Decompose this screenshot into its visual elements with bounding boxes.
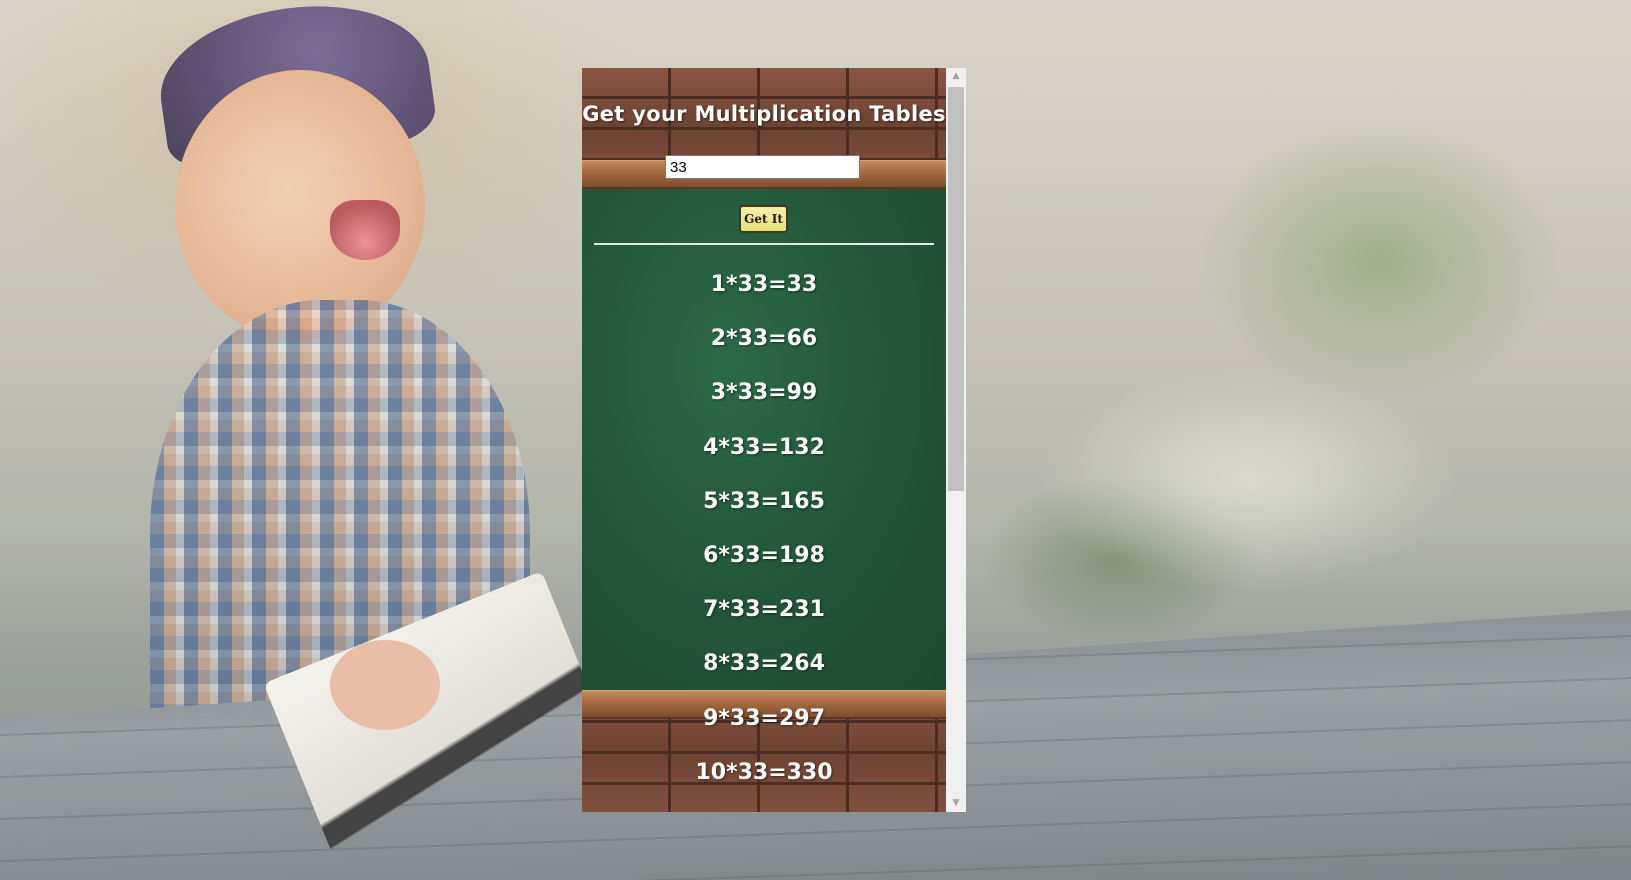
vertical-scrollbar[interactable]: ▲ ▼ xyxy=(946,68,966,812)
result-row: 9*33=297 xyxy=(703,705,825,731)
divider xyxy=(594,243,934,245)
result-row: 8*33=264 xyxy=(703,651,825,677)
arrow-down-icon[interactable]: ▼ xyxy=(946,795,966,812)
result-row: 5*33=165 xyxy=(703,488,825,514)
app-frame: Get your Multiplication Tables Get It 1*… xyxy=(582,68,966,812)
result-row: 7*33=231 xyxy=(703,597,825,623)
result-row: 6*33=198 xyxy=(703,542,825,568)
app-content[interactable]: Get your Multiplication Tables Get It 1*… xyxy=(582,68,946,812)
page-title: Get your Multiplication Tables xyxy=(582,102,946,126)
result-row: 3*33=99 xyxy=(710,380,818,406)
scrollbar-thumb[interactable] xyxy=(948,87,964,491)
get-it-button[interactable]: Get It xyxy=(739,205,788,233)
number-input[interactable] xyxy=(665,155,860,179)
result-row: 4*33=132 xyxy=(703,434,825,460)
arrow-up-icon[interactable]: ▲ xyxy=(946,68,966,85)
result-row: 2*33=66 xyxy=(710,326,818,352)
result-row: 10*33=330 xyxy=(695,759,833,785)
results-list: 1*33=33 2*33=66 3*33=99 4*33=132 5*33=16… xyxy=(582,265,946,807)
result-row: 1*33=33 xyxy=(710,272,818,297)
